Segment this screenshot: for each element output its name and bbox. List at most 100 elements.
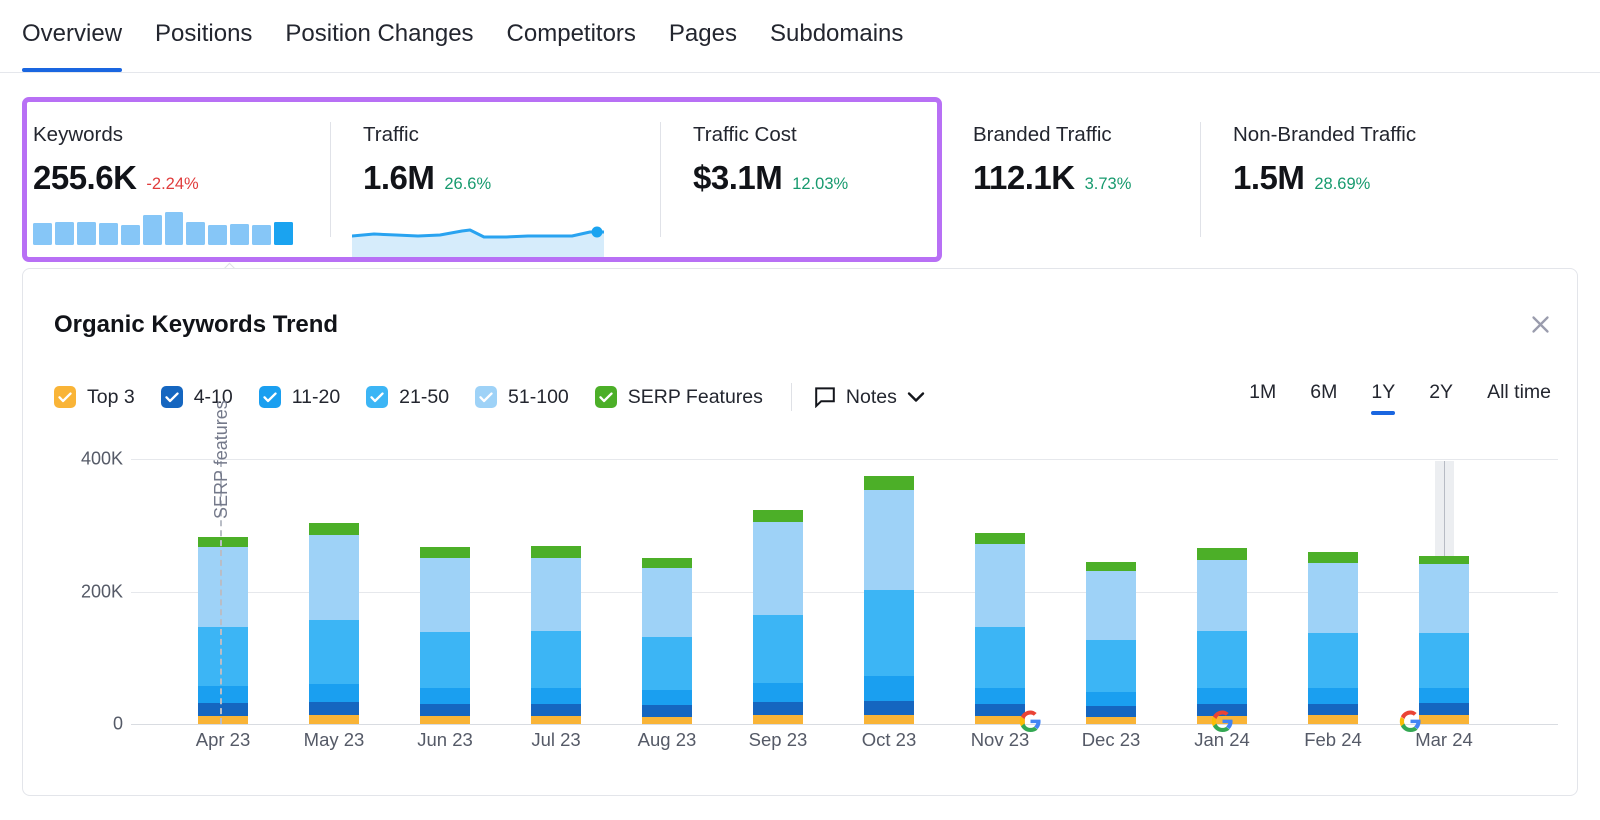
tab-subdomains[interactable]: Subdomains <box>770 0 903 72</box>
card-divider <box>660 122 661 237</box>
bar-segment <box>309 523 359 536</box>
metric-value-row: $3.1M12.03% <box>693 159 940 197</box>
metric-card-non-branded-traffic[interactable]: Non-Branded Traffic 1.5M28.69% <box>1200 97 1600 262</box>
bar-segment <box>198 703 248 716</box>
chart-bar[interactable] <box>1197 548 1247 724</box>
bar-segment <box>309 702 359 715</box>
bar-segment <box>642 717 692 724</box>
bar-segment <box>975 544 1025 627</box>
bar-segment <box>198 716 248 724</box>
x-axis-tick-label: Sep 23 <box>749 729 808 751</box>
chart-bar[interactable] <box>420 547 470 724</box>
main-tabbar: Overview Positions Position Changes Competi… <box>0 0 1600 73</box>
bar-segment <box>642 690 692 705</box>
chart-bar[interactable] <box>1419 556 1469 724</box>
tab-position-changes[interactable]: Position Changes <box>285 0 473 72</box>
bar-segment <box>975 704 1025 716</box>
x-axis-tick-label: Feb 24 <box>1304 729 1362 751</box>
bar-segment <box>420 632 470 688</box>
y-axis-tick-label: 0 <box>113 714 123 735</box>
metric-card-keywords[interactable]: Keywords255.6K-2.24% <box>0 97 330 262</box>
bar-segment <box>864 701 914 715</box>
metric-label: Non-Branded Traffic <box>1233 125 1600 146</box>
bar-segment <box>642 705 692 716</box>
organic-keywords-trend-panel: Organic Keywords Trend Top 34-1011-2021-… <box>22 268 1578 796</box>
bar-segment <box>1197 631 1247 688</box>
bar-segment <box>642 637 692 690</box>
bar-segment <box>975 716 1025 724</box>
metric-card-branded-traffic[interactable]: Branded Traffic 112.1K 3.73% <box>940 97 1200 262</box>
bar-segment <box>1419 688 1469 704</box>
bar-segment <box>864 476 914 490</box>
bar-segment <box>864 490 914 589</box>
metric-value: 255.6K <box>33 159 136 197</box>
card-divider <box>940 122 941 237</box>
bar-segment <box>1197 560 1247 631</box>
metric-card-traffic[interactable]: Traffic 1.6M26.6% <box>330 97 660 262</box>
bar-segment <box>753 615 803 683</box>
chart-bar[interactable] <box>309 523 359 724</box>
gridline <box>131 459 1558 460</box>
bar-segment <box>1197 688 1247 705</box>
bar-segment <box>1086 706 1136 717</box>
metric-value: $3.1M <box>693 159 782 197</box>
x-axis-tick-label: Dec 23 <box>1082 729 1141 751</box>
bar-segment <box>531 546 581 557</box>
bar-segment <box>864 590 914 676</box>
bar-segment <box>420 716 470 724</box>
x-axis-tick-label: Apr 23 <box>196 729 251 751</box>
bar-segment <box>531 716 581 724</box>
bar-segment <box>309 684 359 703</box>
chart-bar[interactable] <box>1308 552 1358 724</box>
bar-segment <box>531 631 581 688</box>
metric-label: Traffic <box>363 125 660 146</box>
chart-bar[interactable] <box>198 537 248 724</box>
keywords-sparkline-bars <box>33 211 293 245</box>
chart-bar[interactable] <box>864 476 914 724</box>
chart-bar[interactable] <box>753 510 803 724</box>
chart-bar[interactable] <box>975 533 1025 724</box>
metric-value-row: 1.6M26.6% <box>363 159 660 197</box>
chart-bar[interactable] <box>531 546 581 724</box>
bar-segment <box>1419 715 1469 724</box>
metric-value: 112.1K <box>973 159 1075 197</box>
bar-segment <box>198 627 248 687</box>
metric-delta: 26.6% <box>444 175 491 194</box>
bar-segment <box>198 537 248 548</box>
bar-segment <box>753 522 803 615</box>
y-axis-tick-label: 400K <box>81 449 123 470</box>
tab-positions[interactable]: Positions <box>155 0 252 72</box>
metric-label: Branded Traffic <box>973 125 1200 146</box>
bar-segment <box>1086 640 1136 692</box>
bar-segment <box>1419 556 1469 565</box>
bar-segment <box>420 704 470 716</box>
bar-segment <box>1308 633 1358 689</box>
bar-segment <box>1308 688 1358 704</box>
tab-overview[interactable]: Overview <box>22 0 122 72</box>
tab-competitors[interactable]: Competitors <box>507 0 636 72</box>
metric-value-row: 112.1K 3.73% <box>973 159 1200 197</box>
chart-bar[interactable] <box>1086 562 1136 724</box>
x-axis-line <box>131 724 1558 725</box>
bar-segment <box>531 558 581 631</box>
bar-segment <box>864 715 914 724</box>
google-icon[interactable] <box>1399 710 1422 733</box>
bar-segment <box>1308 715 1358 724</box>
bar-segment <box>198 686 248 703</box>
bar-segment <box>1086 571 1136 640</box>
bar-segment <box>975 533 1025 544</box>
google-icon[interactable] <box>1211 710 1234 733</box>
google-icon[interactable] <box>1019 710 1042 733</box>
metric-delta: -2.24% <box>146 175 198 194</box>
metric-card-traffic-cost[interactable]: Traffic Cost$3.1M12.03% <box>660 97 940 262</box>
bar-segment <box>1419 633 1469 687</box>
chart-plot-area: 0200K400KApr 23May 23Jun 23Jul 23Aug 23S… <box>23 269 1579 797</box>
tab-pages[interactable]: Pages <box>669 0 737 72</box>
bar-segment <box>531 704 581 716</box>
bar-segment <box>309 535 359 620</box>
x-axis-tick-label: Jul 23 <box>531 729 580 751</box>
metric-value-row: 1.5M28.69% <box>1233 159 1600 197</box>
chart-bar[interactable] <box>642 558 692 724</box>
bar-segment <box>1086 692 1136 706</box>
metric-delta: 3.73% <box>1085 175 1132 194</box>
